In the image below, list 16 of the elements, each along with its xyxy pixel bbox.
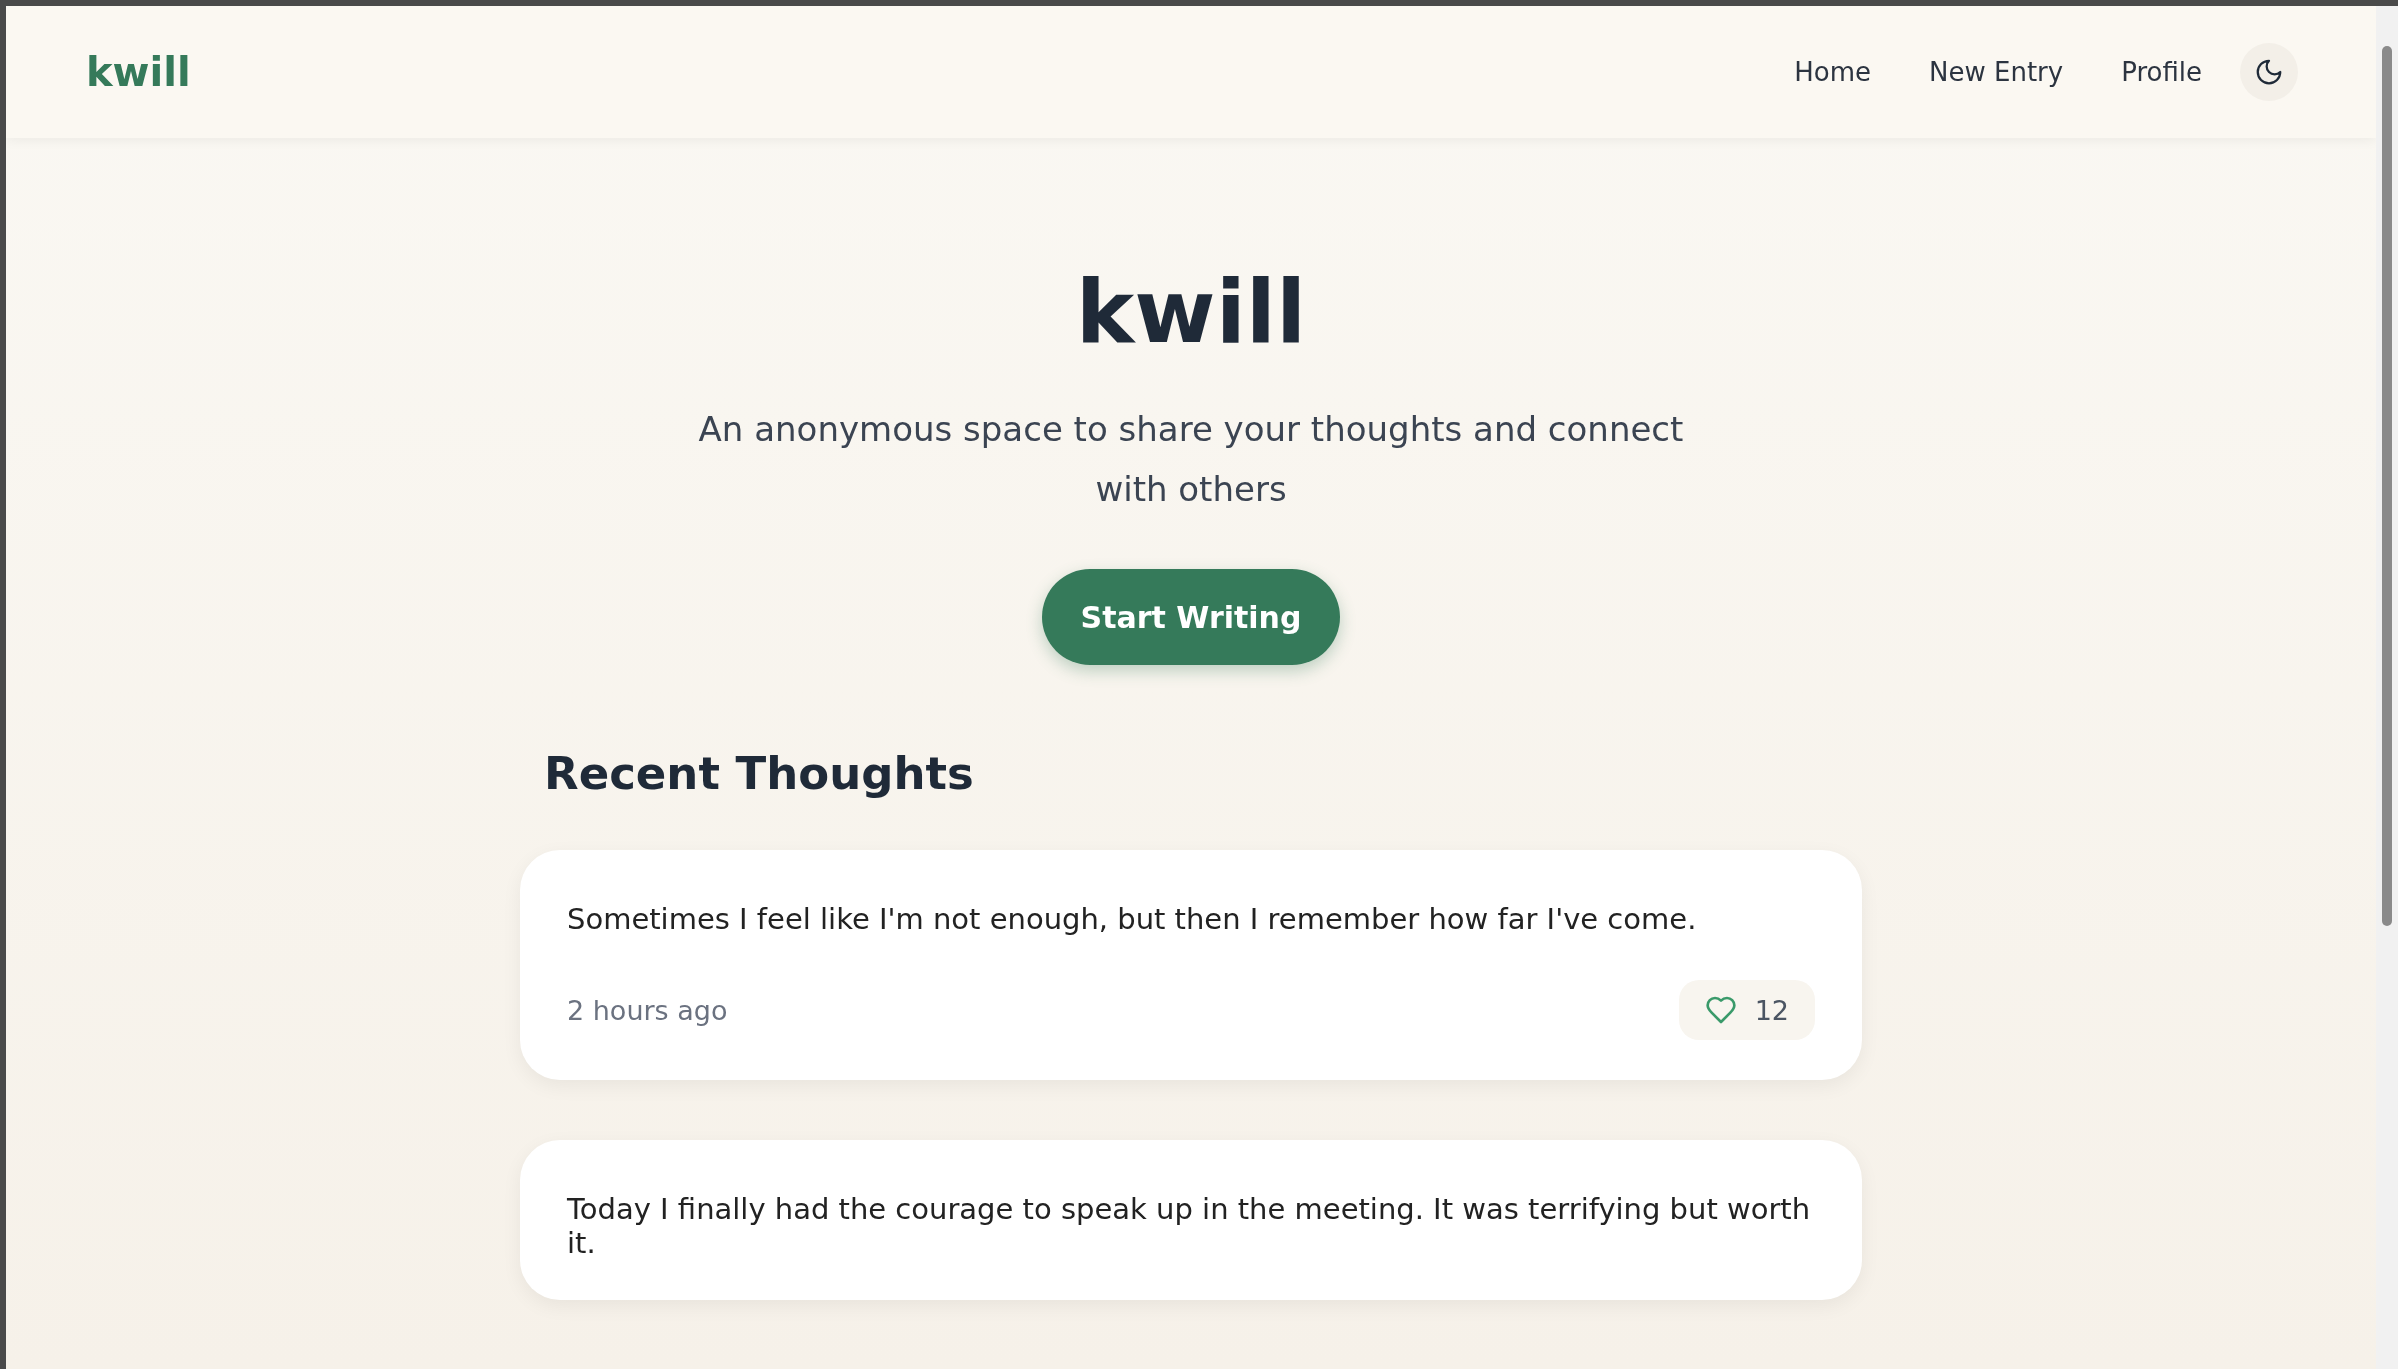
- nav-link[interactable]: New Entry: [1929, 57, 2064, 87]
- nav-link[interactable]: Profile: [2121, 57, 2202, 87]
- scrollbar[interactable]: [2376, 6, 2398, 1369]
- post-time: 2 hours ago: [567, 994, 728, 1026]
- moon-icon: [2254, 57, 2284, 87]
- hero-title: kwill: [1075, 268, 1307, 356]
- nav-link[interactable]: Home: [1794, 57, 1871, 87]
- heart-icon: [1704, 994, 1737, 1026]
- scrollbar-thumb[interactable]: [2382, 46, 2392, 926]
- logo[interactable]: kwill: [86, 49, 1737, 95]
- like-button[interactable]: 12: [1678, 980, 1815, 1040]
- post-text: Today I finally had the courage to speak up in the meeting. It was terrifying but worth it.: [567, 1192, 1812, 1260]
- post-text: Sometimes I feel like I'm not enough, but then I remember how far I've come.: [567, 902, 1698, 936]
- start-writing-button[interactable]: Start Writing: [1042, 569, 1340, 665]
- section-title: Recent Thoughts: [544, 747, 975, 800]
- hero-subtitle: An anonymous space to share your thoughts and connect with others: [697, 408, 1685, 511]
